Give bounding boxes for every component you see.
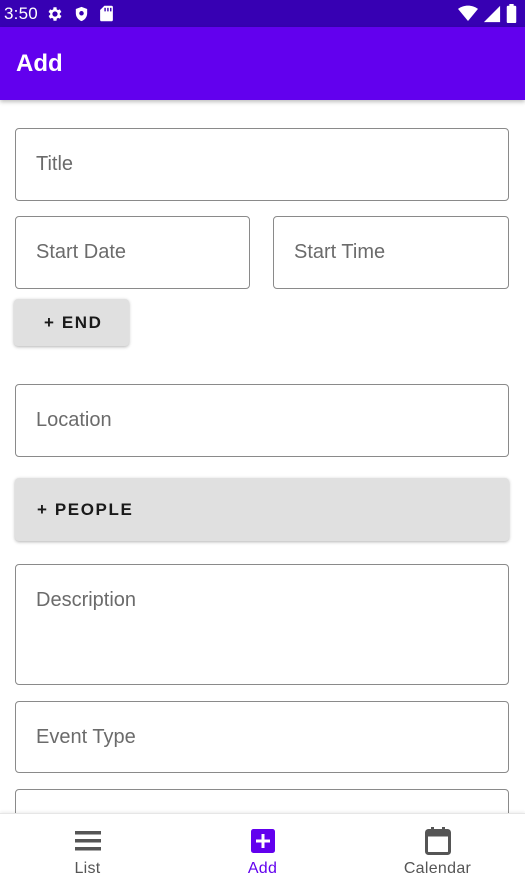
event-type-field[interactable]: Event Type	[15, 701, 509, 773]
page-title: Add	[16, 49, 63, 77]
description-field[interactable]: Description	[15, 564, 509, 685]
list-icon	[74, 827, 101, 855]
next-field-partial[interactable]	[15, 789, 509, 813]
add-end-button[interactable]: + END	[14, 299, 129, 346]
add-box-icon	[250, 827, 275, 855]
start-time-field[interactable]: Start Time	[273, 216, 509, 289]
start-time-placeholder: Start Time	[294, 241, 386, 263]
app-bar: Add	[0, 27, 525, 100]
start-date-placeholder: Start Date	[36, 241, 127, 263]
cell-signal-icon	[483, 5, 501, 23]
status-icons-left	[46, 5, 114, 23]
nav-item-add[interactable]: Add	[175, 814, 350, 880]
status-time: 3:50	[4, 3, 38, 23]
wifi-icon	[458, 5, 478, 22]
location-placeholder: Location	[36, 409, 112, 431]
add-end-label: + END	[44, 312, 103, 332]
nav-label-add: Add	[247, 860, 278, 877]
add-people-label: + PEOPLE	[37, 499, 134, 519]
add-event-form: Title Start Date Start Time + END Locati…	[0, 100, 525, 813]
description-placeholder: Description	[36, 589, 137, 611]
event-type-placeholder: Event Type	[36, 725, 136, 748]
gear-icon	[46, 5, 64, 23]
sd-card-icon	[99, 5, 114, 22]
title-placeholder: Title	[36, 153, 74, 175]
location-field[interactable]: Location	[15, 384, 509, 457]
status-icons-right	[458, 4, 517, 23]
calendar-icon	[424, 827, 451, 855]
title-field[interactable]: Title	[15, 128, 509, 201]
shield-icon	[73, 5, 90, 23]
nav-item-list[interactable]: List	[0, 814, 175, 880]
nav-label-list: List	[74, 860, 101, 877]
battery-icon	[506, 4, 517, 23]
status-bar: 3:50	[0, 0, 525, 27]
add-people-button[interactable]: + PEOPLE	[15, 478, 509, 541]
nav-label-calendar: Calendar	[403, 860, 472, 877]
nav-item-calendar[interactable]: Calendar	[350, 814, 525, 880]
bottom-navigation: List Add Calendar	[0, 813, 525, 880]
start-date-field[interactable]: Start Date	[15, 216, 250, 289]
